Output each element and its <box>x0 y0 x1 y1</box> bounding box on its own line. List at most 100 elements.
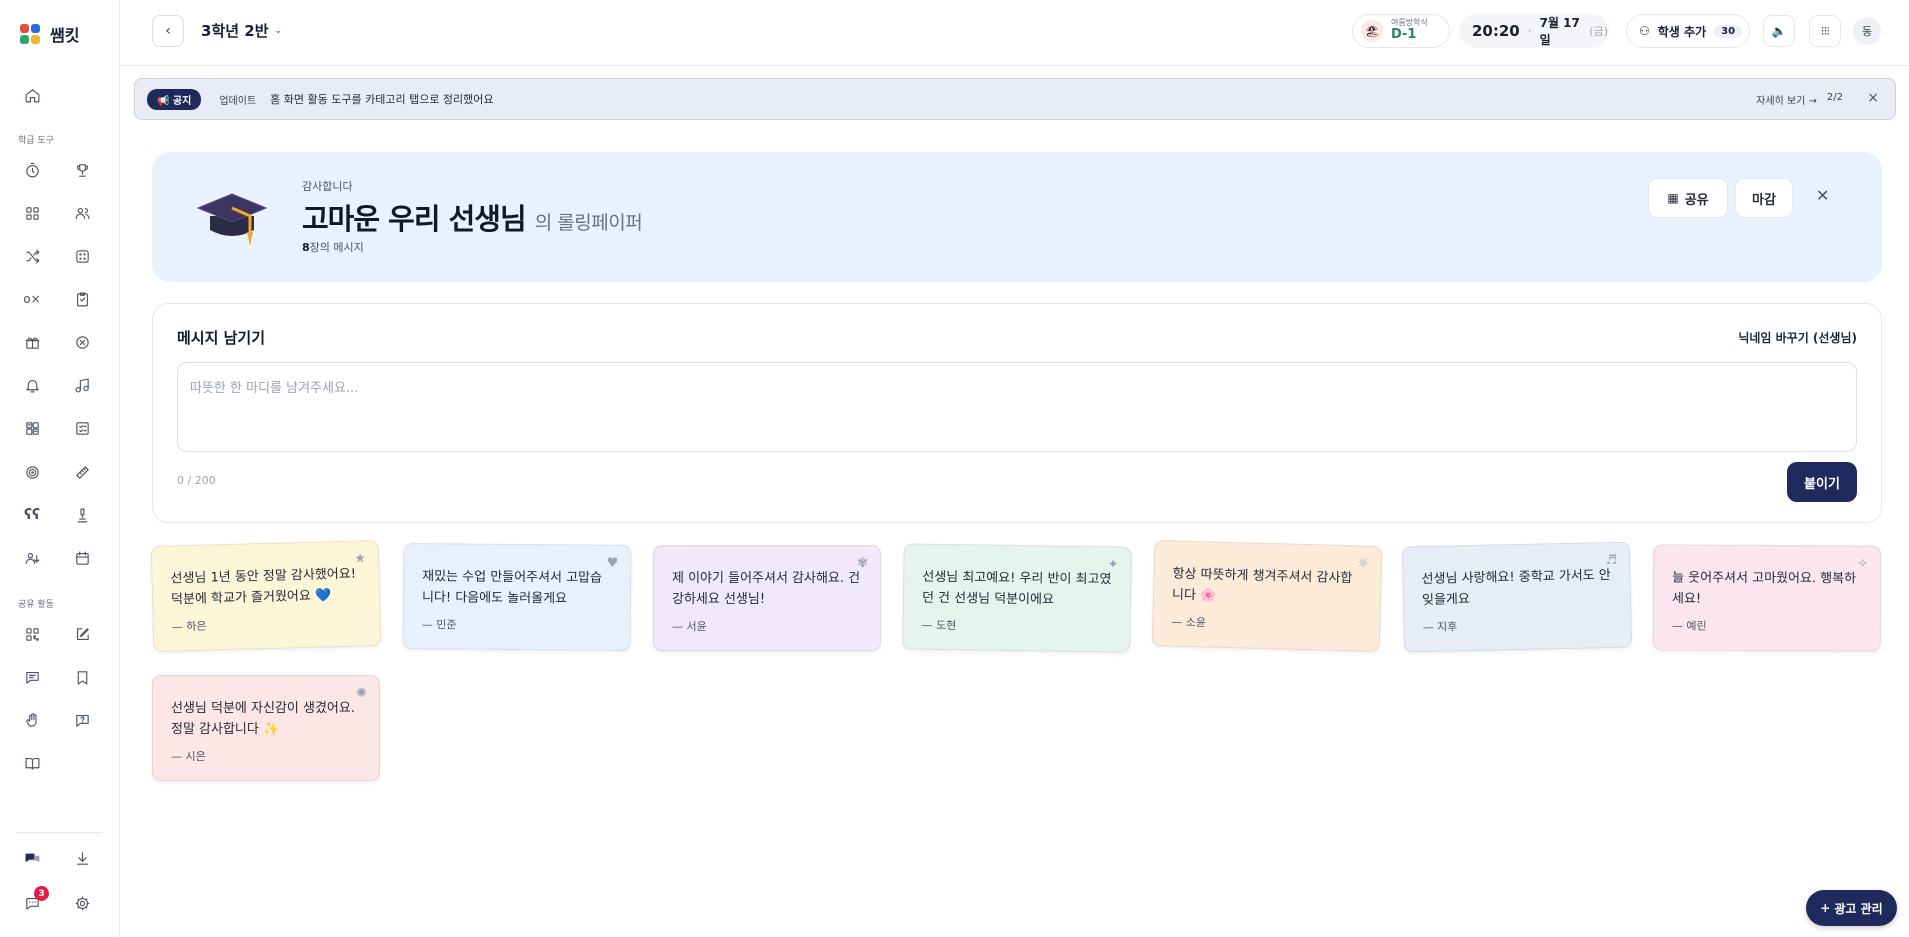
avatar[interactable]: 동 <box>1853 17 1881 45</box>
message-compose-panel: 메시지 남기기 닉네임 바꾸기 (선생님) 따뜻한 한 마디를 남겨주세요...… <box>152 303 1882 523</box>
hand-raise-icon[interactable] <box>21 709 43 731</box>
sidebar-section-tools: 학급 도구 <box>18 136 54 146</box>
notice-category: 업데이트 <box>219 95 257 107</box>
user-sort-icon[interactable] <box>21 547 43 569</box>
note-text: 항상 따뜻하게 챙겨주셔서 감사합니다 🌸 <box>1171 566 1353 604</box>
chevron-left-icon: ‹ <box>165 23 171 39</box>
change-nickname-button[interactable]: 닉네임 바꾸기 (선생님) <box>1738 329 1857 346</box>
chevron-down-icon: ⌄ <box>274 25 283 36</box>
back-button[interactable]: ‹ <box>152 15 184 47</box>
note-decoration-icon: ✺ <box>356 686 367 701</box>
logo-mark-icon <box>20 24 40 44</box>
note-author: — 시은 <box>171 750 206 763</box>
post-button[interactable]: 붙이기 <box>1787 462 1857 502</box>
char-count: 0 / 200 <box>177 474 216 487</box>
gear-icon[interactable] <box>71 892 93 914</box>
note-card[interactable]: ★ 선생님 1년 동안 정말 감사했어요! 덕분에 학교가 즐거웠어요 💙 — 하은 <box>150 540 382 652</box>
clock-time: 20:20 <box>1472 22 1520 40</box>
add-student-button[interactable]: ⚇ 학생 추가 30 <box>1626 14 1750 48</box>
note-card[interactable]: ✦ 선생님 최고예요! 우리 반이 최고였던 건 선생님 덕분이에요 — 도현 <box>902 543 1132 653</box>
grid-icon[interactable] <box>21 202 43 224</box>
message-icon[interactable] <box>21 666 43 688</box>
microscope-icon[interactable] <box>71 504 93 526</box>
task-list-icon[interactable] <box>71 417 93 439</box>
share-label: 공유 <box>1684 192 1709 208</box>
note-card[interactable]: ♬ 선생님 사랑해요! 중학교 가서도 안 잊을게요 — 지후 <box>1401 541 1633 653</box>
bell-icon[interactable] <box>21 374 43 396</box>
notice-banner: 📢 공지 업데이트 홈 화면 활동 도구를 카테고리 탭으로 정리했어요 자세히… <box>134 78 1896 120</box>
ox-quiz-icon[interactable]: o× <box>21 288 43 310</box>
sidebar-section-shared: 공유 활동 <box>18 600 54 610</box>
book-icon[interactable] <box>21 752 43 774</box>
dice-icon[interactable] <box>71 245 93 267</box>
apps-grid-icon: ⁝⁝⁝ <box>1820 24 1831 38</box>
note-card[interactable]: ✺ 선생님 덕분에 자신감이 생겼어요. 정말 감사합니다 ✨ — 시은 <box>152 675 380 781</box>
vacation-icon: 🏖 <box>1361 20 1383 42</box>
vacation-countdown[interactable]: 🏖 여름방학식 D-1 <box>1352 14 1450 48</box>
top-bar: ‹ 3학년 2반 ⌄ 🏖 여름방학식 D-1 20:20 · 7월 17일 (금… <box>120 0 1909 66</box>
message-input[interactable]: 따뜻한 한 마디를 남겨주세요... <box>177 362 1857 452</box>
calendar-icon[interactable] <box>71 547 93 569</box>
gift-icon[interactable] <box>21 331 43 353</box>
apps-button[interactable]: ⁝⁝⁝ <box>1809 15 1841 47</box>
chat-icon[interactable]: 3 <box>21 886 49 914</box>
timer-icon[interactable] <box>21 159 43 181</box>
chat-bubbles-icon[interactable] <box>21 847 43 869</box>
notice-close-icon[interactable]: × <box>1867 90 1879 106</box>
close-paper-button[interactable]: 마감 <box>1735 178 1793 218</box>
hero-title-suffix: 의 롤링페이퍼 <box>534 212 643 234</box>
shuffle-icon[interactable] <box>21 245 43 267</box>
quote-icon[interactable]: ʕʕ <box>21 504 43 526</box>
edit-square-icon[interactable] <box>71 623 93 645</box>
note-card[interactable]: ♥ 재밌는 수업 만들어주셔서 고맙습니다! 다음에도 놀러올게요 — 민준 <box>402 543 632 651</box>
qr-icon[interactable] <box>21 623 43 645</box>
class-name: 3학년 2반 <box>201 22 269 40</box>
notice-more-link[interactable]: 자세히 보기 → <box>1756 92 1817 107</box>
checklist-icon[interactable] <box>71 288 93 310</box>
dashboard-icon[interactable] <box>21 417 43 439</box>
hero-title-main: 고마운 우리 선생님 <box>302 202 527 236</box>
music-icon[interactable] <box>71 374 93 396</box>
class-selector[interactable]: 3학년 2반 ⌄ <box>201 20 282 41</box>
rolling-paper-header: 감사합니다 고마운 우리 선생님 의 롤링페이퍼 8장의 메시지 ▦ 공유 마감… <box>152 152 1882 282</box>
target-icon[interactable] <box>21 461 43 483</box>
close-icon[interactable]: ✕ <box>1816 186 1829 205</box>
note-author: — 지후 <box>1422 620 1458 634</box>
cancel-circle-icon[interactable] <box>71 331 93 353</box>
note-decoration-icon: ♬ <box>1605 552 1618 569</box>
ruler-icon[interactable] <box>71 461 93 483</box>
clock-separator: · <box>1527 24 1532 38</box>
student-count: 30 <box>1714 24 1743 38</box>
note-text: 선생님 최고예요! 우리 반이 최고였던 건 선생님 덕분이에요 <box>921 569 1112 608</box>
plus-icon: + <box>1820 901 1831 915</box>
note-author: — 하은 <box>171 619 207 634</box>
note-decoration-icon: ♥ <box>606 555 619 571</box>
clock-weekday: (금) <box>1589 25 1608 38</box>
note-text: 선생님 사랑해요! 중학교 가서도 안 잊을게요 <box>1421 568 1611 608</box>
sidebar-divider <box>16 832 102 833</box>
bookmark-icon[interactable] <box>71 666 93 688</box>
notice-tag: 📢 공지 <box>147 88 202 110</box>
help-chat-icon[interactable] <box>71 709 93 731</box>
speaker-icon: 🔈 <box>1771 24 1787 38</box>
message-count-number: 8 <box>302 241 310 254</box>
ad-manage-button[interactable]: + 광고 관리 <box>1806 890 1897 926</box>
sound-button[interactable]: 🔈 <box>1763 15 1795 47</box>
note-card[interactable]: ✧ 늘 웃어주셔서 고마웠어요. 행복하세요! — 예린 <box>1652 544 1882 652</box>
message-count: 8장의 메시지 <box>302 239 364 255</box>
users-icon[interactable] <box>71 202 93 224</box>
app-logo[interactable]: 쌤킷 <box>20 22 79 46</box>
note-author: — 소윤 <box>1171 615 1207 630</box>
note-card[interactable]: ✾ 제 이야기 들어주셔서 감사해요. 건강하세요 선생님! — 서윤 <box>653 545 881 651</box>
trophy-icon[interactable] <box>71 159 93 181</box>
share-button[interactable]: ▦ 공유 <box>1648 178 1728 218</box>
home-icon[interactable] <box>21 84 43 106</box>
note-decoration-icon: ✾ <box>857 556 868 571</box>
compose-title: 메시지 남기기 <box>177 329 266 347</box>
download-icon[interactable] <box>71 847 93 869</box>
clock-date: 7월 17일 <box>1539 16 1580 47</box>
hero-subtitle: 감사합니다 <box>302 180 353 193</box>
note-text: 제 이야기 들어주셔서 감사해요. 건강하세요 선생님! <box>672 571 861 607</box>
note-card[interactable]: ☼ 항상 따뜻하게 챙겨주셔서 감사합니다 🌸 — 소윤 <box>1151 540 1383 652</box>
graduation-cap-icon <box>196 193 268 246</box>
